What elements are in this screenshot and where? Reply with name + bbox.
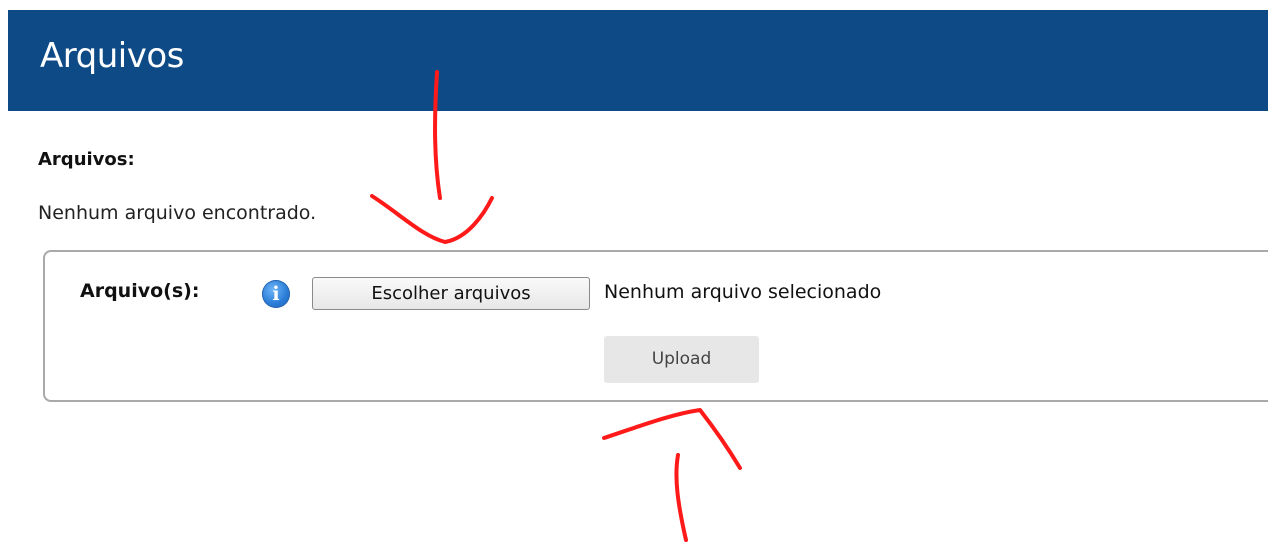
info-icon[interactable]: i [262,280,290,308]
file-selection-status: Nenhum arquivo selecionado [604,281,882,303]
annotation-arrow-bottom [674,453,688,542]
annotation-arrow-top-head [370,194,494,244]
upload-button[interactable]: Upload [604,336,759,383]
file-field-label: Arquivo(s): [80,280,200,302]
choose-files-button[interactable]: Escolher arquivos [312,277,590,310]
annotation-arrow-bottom-head [602,408,742,470]
no-files-message: Nenhum arquivo encontrado. [38,202,317,224]
page-header: Arquivos [8,10,1268,111]
page-title: Arquivos [40,36,184,76]
files-section-label: Arquivos: [38,149,135,170]
